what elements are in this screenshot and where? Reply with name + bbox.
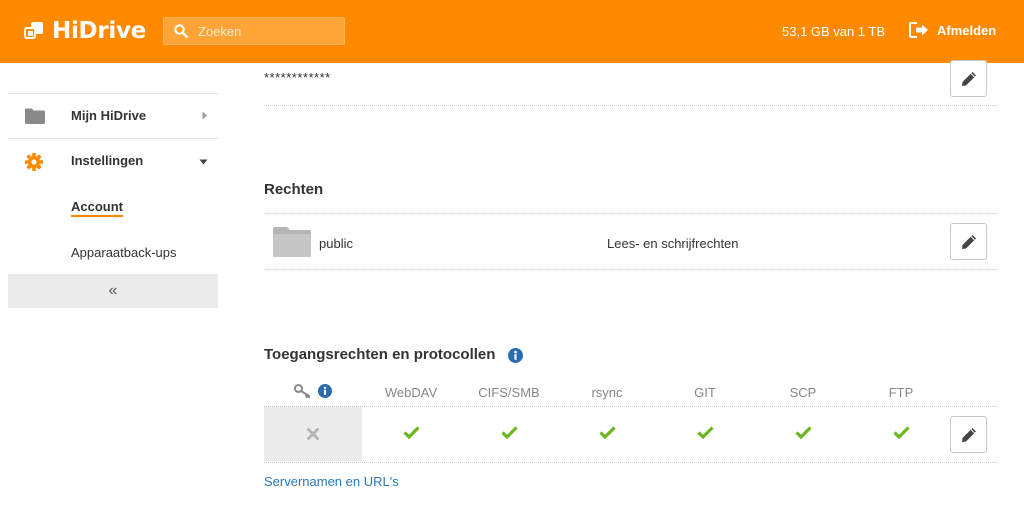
- double-chevron-left-icon: «: [108, 282, 118, 299]
- gear-icon: [25, 153, 43, 171]
- sidebar-item-mijn-hidrive[interactable]: Mijn HiDrive: [8, 93, 218, 138]
- logo[interactable]: HiDrive: [24, 18, 146, 44]
- protocol-header-webdav: WebDAV: [384, 385, 438, 400]
- chevron-right-icon: [202, 111, 207, 120]
- pencil-icon: [961, 427, 976, 442]
- protocol-header-git: GIT: [694, 385, 716, 400]
- server-names-link[interactable]: Servernamen en URL's: [264, 474, 399, 489]
- pencil-icon: [961, 71, 976, 86]
- close-icon: [307, 428, 319, 440]
- access-key-header: [264, 380, 362, 402]
- protocol-header-rsync: rsync: [591, 385, 623, 400]
- divider: [264, 406, 997, 407]
- divider: [264, 105, 997, 106]
- sidebar-item-label: Instellingen: [71, 153, 144, 168]
- logout-icon: [909, 22, 928, 38]
- divider: [264, 269, 997, 270]
- key-icon: [294, 384, 310, 398]
- protocol-header-ftp: FTP: [888, 385, 914, 400]
- password-value: ************: [264, 70, 331, 85]
- protocol-status-webdav: [362, 426, 460, 439]
- search-input[interactable]: [196, 22, 330, 40]
- hidrive-logo-icon: [24, 22, 43, 39]
- sidebar-item-instellingen[interactable]: Instellingen: [8, 138, 218, 183]
- check-icon: [500, 426, 518, 439]
- check-icon: [402, 426, 420, 439]
- collapse-sidebar-button[interactable]: «: [8, 274, 218, 308]
- sidebar-subitem-account[interactable]: Account: [71, 199, 123, 217]
- protocol-status-cifs-smb: [460, 426, 558, 439]
- sidebar-subitem-apparaatback-ups[interactable]: Apparaatback-ups: [71, 245, 177, 260]
- folder-icon: [25, 108, 45, 124]
- search-box[interactable]: [163, 17, 345, 45]
- protocol-status-git: [656, 426, 754, 439]
- protocol-header-cifs-smb: CIFS/SMB: [478, 385, 540, 400]
- check-icon: [892, 426, 910, 439]
- access-disabled-cell: [264, 407, 362, 461]
- edit-password-button[interactable]: [950, 60, 987, 97]
- divider: [264, 462, 997, 463]
- sidebar-item-label: Mijn HiDrive: [71, 108, 147, 123]
- check-icon: [794, 426, 812, 439]
- edit-access-button[interactable]: [950, 416, 987, 453]
- protocol-status-ftp: [852, 426, 950, 439]
- search-icon: [174, 24, 188, 38]
- pencil-icon: [961, 234, 976, 249]
- protocol-status-scp: [754, 426, 852, 439]
- folder-name: public: [319, 236, 353, 251]
- logo-text: HiDrive: [52, 18, 146, 44]
- rights-title: Rechten: [264, 181, 324, 198]
- logout-button[interactable]: Afmelden: [909, 22, 996, 38]
- folder-icon: [273, 227, 311, 257]
- protocol-header-scp: SCP: [789, 385, 817, 400]
- protocol-status-rsync: [558, 426, 656, 439]
- access-title-text: Toegangsrechten en protocollen: [264, 346, 496, 363]
- divider: [264, 213, 997, 214]
- check-icon: [598, 426, 616, 439]
- folder-rights: Lees- en schrijfrechten: [607, 236, 739, 251]
- edit-rights-button[interactable]: [950, 223, 987, 260]
- chevron-down-icon: [199, 159, 208, 165]
- top-bar: HiDrive 53,1 GB van 1 TB Afmelden: [0, 0, 1024, 63]
- info-icon[interactable]: [507, 347, 523, 363]
- access-title: Toegangsrechten en protocollen: [264, 346, 523, 363]
- storage-quota: 53,1 GB van 1 TB: [782, 24, 886, 39]
- logout-label: Afmelden: [937, 22, 997, 38]
- check-icon: [696, 426, 714, 439]
- info-icon[interactable]: [318, 384, 332, 398]
